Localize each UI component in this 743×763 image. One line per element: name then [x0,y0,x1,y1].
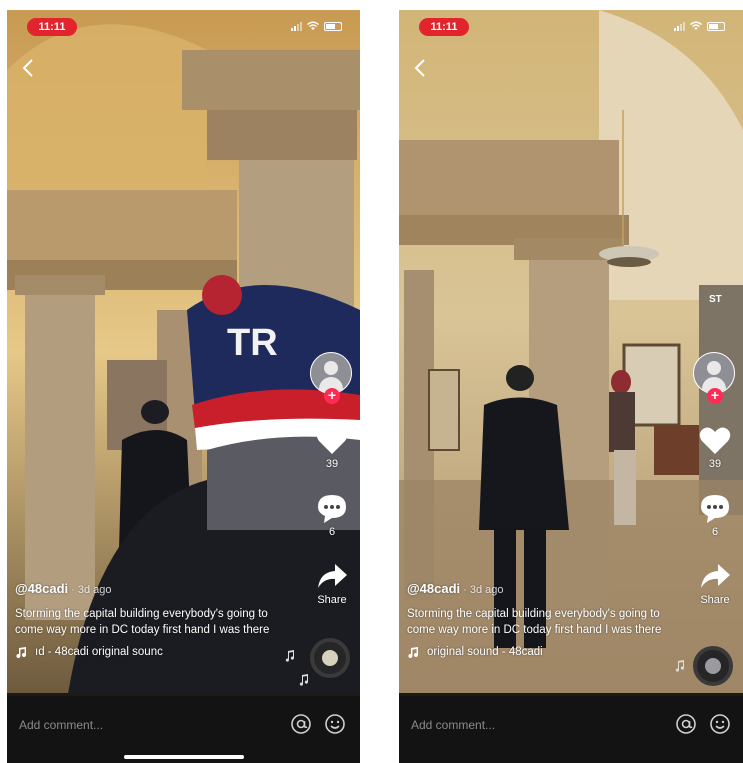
like-count: 39 [708,458,722,470]
comment-input[interactable]: Add comment... [19,718,103,732]
comment-input[interactable]: Add comment... [411,718,495,732]
floating-note-icon [675,660,685,672]
video-description: Storming the capital building everybody'… [407,608,662,636]
comment-bar: Add comment... [7,696,360,763]
music-disc[interactable] [310,638,350,678]
share-label: Share [317,594,347,606]
music-row[interactable]: ıd - 48cadi original sounc [15,646,285,658]
hat-text: TR [227,322,278,364]
video-description: Storming the capital building everybody'… [15,608,270,636]
follow-plus-icon[interactable]: + [324,388,340,404]
music-disc[interactable] [693,646,733,686]
music-title: ıd - 48cadi original sounc [35,646,163,658]
comment-count: 6 [328,526,336,538]
at-icon[interactable] [290,713,312,735]
wifi-icon [307,21,319,30]
sign-text: ST [709,294,722,305]
signal-icon [674,21,685,31]
status-time: 11:11 [27,18,77,36]
creator-avatar[interactable]: + [693,352,737,404]
status-icons [291,21,342,31]
music-row[interactable]: original sound - 48cadi [407,646,677,658]
music-title: original sound - 48cadi [427,646,543,658]
music-note-icon [16,647,27,658]
wifi-icon [690,21,702,30]
home-indicator [123,755,244,759]
post-time: · 3d ago [71,584,112,596]
music-note-icon [408,647,419,658]
emoji-icon[interactable] [324,713,346,735]
left-phone-screenshot: TR 11:11 + 39 6 Share @48cadi · 3d ago St… [7,10,360,763]
heart-icon[interactable] [315,424,349,456]
floating-note-icon [285,650,295,662]
comment-count: 6 [711,526,719,538]
comment-bubble-icon[interactable] [698,492,732,524]
status-icons [674,21,725,31]
back-chevron-icon[interactable] [409,56,433,80]
battery-icon [707,21,725,31]
at-icon[interactable] [675,713,697,735]
emoji-icon[interactable] [709,713,731,735]
right-phone-screenshot: ST 11:11 + 39 6 Share @48cadi · 3d ago S… [399,10,743,763]
share-label: Share [700,594,730,606]
back-chevron-icon[interactable] [17,56,41,80]
comment-bubble-icon[interactable] [315,492,349,524]
action-rail: + 39 6 Share [310,352,354,606]
creator-avatar[interactable]: + [310,352,354,404]
username[interactable]: @48cadi [407,581,460,596]
video-caption: @48cadi · 3d ago Storming the capital bui… [15,580,285,658]
share-arrow-icon[interactable] [698,560,732,592]
share-arrow-icon[interactable] [315,560,349,592]
comment-bar: Add comment... [399,696,743,763]
video-caption: @48cadi · 3d ago Storming the capital bui… [407,580,677,658]
action-rail: + 39 6 Share [693,352,737,606]
floating-note-icon [299,674,309,686]
battery-icon [324,21,342,31]
like-count: 39 [325,458,339,470]
follow-plus-icon[interactable]: + [707,388,723,404]
signal-icon [291,21,302,31]
username[interactable]: @48cadi [15,581,68,596]
post-time: · 3d ago [463,584,504,596]
heart-icon[interactable] [698,424,732,456]
status-time: 11:11 [419,18,469,36]
